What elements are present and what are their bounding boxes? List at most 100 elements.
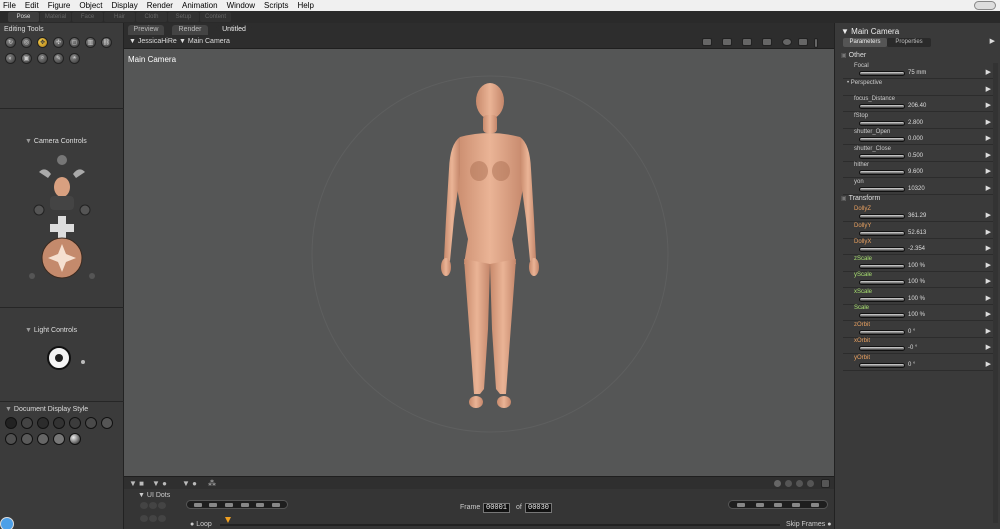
color-dot-icon[interactable] <box>785 480 792 487</box>
view-magnifier-tool-icon[interactable]: ⌕ <box>37 53 48 64</box>
param-dial-yon[interactable] <box>859 186 905 192</box>
render-settings-icon[interactable] <box>702 38 712 46</box>
menu-object[interactable]: Object <box>79 1 102 10</box>
smooth-lined-style-button[interactable] <box>5 433 17 445</box>
cartoon-style-button[interactable] <box>21 433 33 445</box>
param-dial-scale[interactable] <box>859 313 905 318</box>
tab-properties[interactable]: Properties <box>887 38 931 47</box>
param-menu-arrow-icon[interactable]: ▶ <box>986 134 991 142</box>
texture-shaded-style-button[interactable] <box>53 433 65 445</box>
param-menu-arrow-icon[interactable]: ▶ <box>986 118 991 126</box>
param-value-shutter-open[interactable]: 0.000 <box>908 136 923 142</box>
color-dot-icon[interactable] <box>807 480 814 487</box>
light-controls-widget[interactable] <box>45 346 90 371</box>
room-tab-cloth[interactable]: Cloth <box>136 12 167 22</box>
param-menu-arrow-icon[interactable]: ▶ <box>986 294 991 302</box>
param-menu-arrow-icon[interactable]: ▶ <box>986 211 991 219</box>
figure-select-dropdown[interactable]: ▼ JessicaHiRe <box>129 38 177 45</box>
color-tool-icon[interactable]: ◐ <box>5 53 16 64</box>
menu-window[interactable]: Window <box>227 1 255 10</box>
param-dial-zscale[interactable] <box>859 263 905 269</box>
playback-controls[interactable] <box>186 500 288 509</box>
total-frames-field[interactable]: 00030 <box>525 503 553 513</box>
ui-dot[interactable] <box>140 514 148 522</box>
param-menu-arrow-icon[interactable]: ▶ <box>986 68 991 76</box>
param-menu-arrow-icon[interactable]: ▶ <box>986 261 991 269</box>
room-tab-setup[interactable]: Setup <box>168 12 199 22</box>
rotate-tool-icon[interactable]: ↻ <box>5 37 16 48</box>
sphere-icon[interactable] <box>782 38 792 46</box>
timeline-playhead-icon[interactable] <box>225 517 231 523</box>
keyframe-controls[interactable] <box>728 500 828 509</box>
param-value-zorbit[interactable]: 0 ° <box>908 329 915 335</box>
param-dial-dollyx[interactable] <box>859 247 905 252</box>
resize-icon[interactable] <box>821 479 830 488</box>
menu-animation[interactable]: Animation <box>182 1 218 10</box>
window-control-button[interactable] <box>974 1 996 10</box>
wireframe-style-button[interactable] <box>37 417 49 429</box>
shaded-sphere-style-button[interactable] <box>69 433 81 445</box>
menu-edit[interactable]: Edit <box>25 1 39 10</box>
param-menu-arrow-icon[interactable]: ▶ <box>986 101 991 109</box>
silhouette-style-button[interactable] <box>5 417 17 429</box>
param-menu-arrow-icon[interactable]: ▶ <box>986 343 991 351</box>
param-dial-yorbit[interactable] <box>859 362 905 368</box>
param-dial-xscale[interactable] <box>859 296 905 302</box>
param-value-dollyy[interactable]: 52.613 <box>908 230 926 236</box>
taper-tool-icon[interactable]: ▥ <box>85 37 96 48</box>
direct-manipulation-tool-icon[interactable]: ⚹ <box>69 53 80 64</box>
area-render-icon[interactable] <box>722 38 732 46</box>
render-icon[interactable] <box>742 38 752 46</box>
collapse-arrow-icon[interactable]: ▼ <box>25 138 32 145</box>
camera-dropdown-icon[interactable]: ▼ ■ <box>129 479 144 488</box>
translate-tool-icon[interactable]: ✥ <box>37 37 48 48</box>
param-value-focal[interactable]: 75 mm <box>908 70 926 76</box>
current-frame-field[interactable]: 00001 <box>483 503 511 513</box>
param-value-hither[interactable]: 9.600 <box>908 169 923 175</box>
ui-dot[interactable] <box>158 502 166 509</box>
grouping-tool-icon[interactable]: ▣ <box>21 53 32 64</box>
room-tab-content[interactable]: Content <box>200 12 231 22</box>
outline-style-button[interactable] <box>21 417 33 429</box>
color-dot-icon[interactable] <box>774 480 781 487</box>
param-value-xorbit[interactable]: -0 ° <box>908 345 917 351</box>
collapse-arrow-icon[interactable]: ▼ <box>841 27 849 36</box>
scroll-icon[interactable] <box>814 38 818 48</box>
tab-untitled[interactable]: Untitled <box>216 25 252 35</box>
tab-parameters[interactable]: Parameters <box>843 38 887 47</box>
translate-in-out-tool-icon[interactable]: ✣ <box>53 37 64 48</box>
lit-wireframe-style-button[interactable] <box>69 417 81 429</box>
param-value-yorbit[interactable]: 0 ° <box>908 362 915 368</box>
param-dial-xorbit[interactable] <box>859 346 905 351</box>
eye-icon[interactable] <box>762 38 772 46</box>
param-menu-arrow-icon[interactable]: ▶ <box>986 228 991 236</box>
twist-tool-icon[interactable]: ◎ <box>21 37 32 48</box>
param-dial-zorbit[interactable] <box>859 329 905 335</box>
group-other[interactable]: Other <box>841 52 867 59</box>
param-value-yscale[interactable]: 100 % <box>908 279 925 285</box>
param-menu-arrow-icon[interactable]: ▶ <box>986 184 991 192</box>
param-menu-arrow-icon[interactable]: ▶ <box>986 277 991 285</box>
param-dial-hither[interactable] <box>859 170 905 175</box>
param-value-fstop[interactable]: 2.800 <box>908 120 923 126</box>
param-value-scale[interactable]: 100 % <box>908 312 925 318</box>
menu-file[interactable]: File <box>3 1 16 10</box>
menu-display[interactable]: Display <box>112 1 138 10</box>
camera-select-dropdown[interactable]: ▼ Main Camera <box>179 38 230 45</box>
scale-tool-icon[interactable]: ▢ <box>69 37 80 48</box>
room-tab-hair[interactable]: Hair <box>104 12 135 22</box>
room-tab-pose[interactable]: Pose <box>8 12 39 22</box>
tab-preview[interactable]: Preview <box>128 25 164 35</box>
ui-dot[interactable] <box>149 514 157 522</box>
param-dial-shutter-close[interactable] <box>859 153 905 159</box>
ui-dot[interactable] <box>149 502 157 509</box>
layout-icon[interactable] <box>798 38 808 46</box>
param-menu-arrow-icon[interactable]: ▶ <box>986 244 991 252</box>
param-value-yon[interactable]: 10320 <box>908 186 925 192</box>
display-dropdown-icon[interactable]: ▼ ● <box>182 479 197 488</box>
menu-help[interactable]: Help <box>297 1 313 10</box>
dots-icon[interactable]: ⁂ <box>208 479 216 488</box>
param-dial-yscale[interactable] <box>859 280 905 285</box>
menu-render[interactable]: Render <box>147 1 173 10</box>
ui-dot[interactable] <box>140 502 148 509</box>
